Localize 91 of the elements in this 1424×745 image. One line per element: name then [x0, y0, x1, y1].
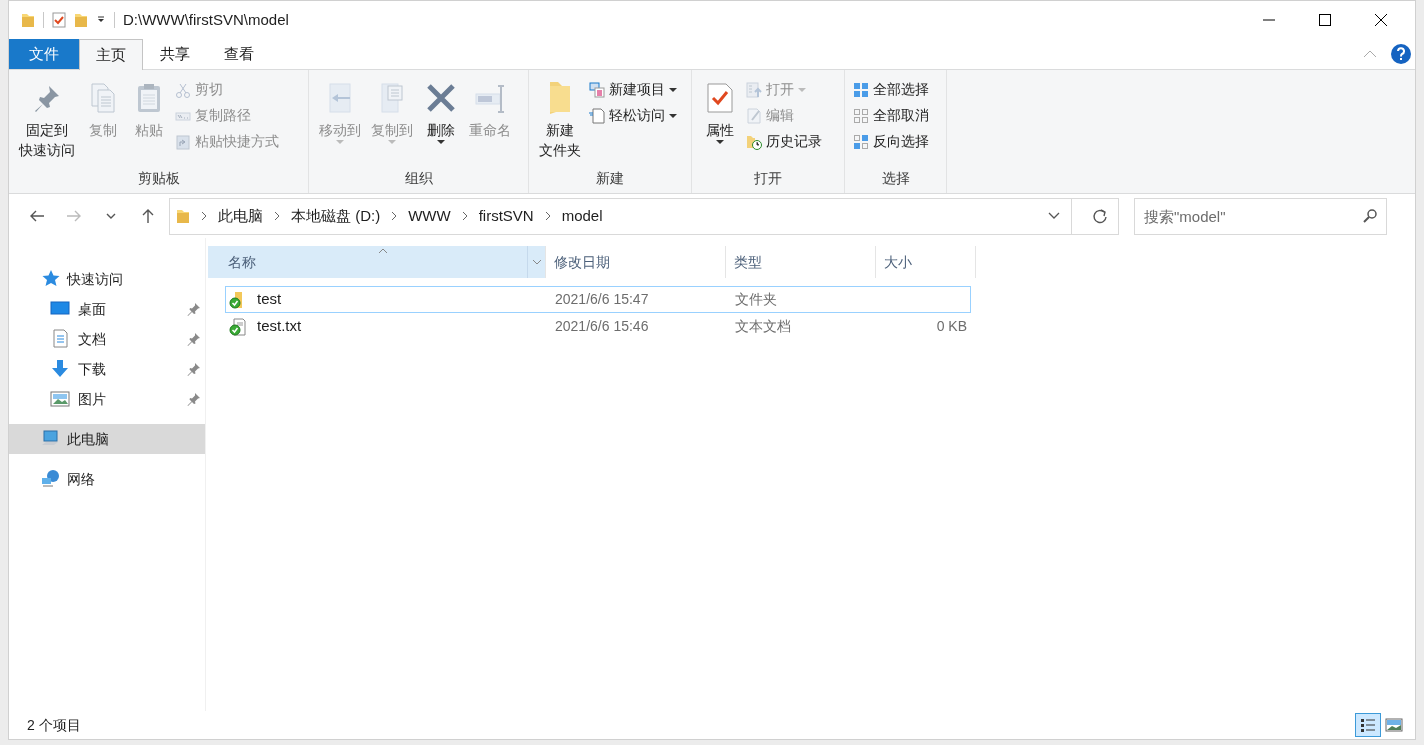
- collapse-ribbon-icon: [1363, 49, 1377, 59]
- file-row[interactable]: test 2021/6/6 15:47 文件夹: [225, 286, 971, 313]
- folder-icon: [21, 12, 35, 28]
- up-icon: [140, 208, 156, 224]
- folder-icon: [74, 12, 88, 28]
- chevron-right-icon: [200, 211, 208, 221]
- breadcrumb-item[interactable]: WWW: [408, 204, 451, 228]
- group-label: 新建: [595, 169, 625, 188]
- maximize-icon: [1319, 14, 1331, 26]
- item-count: 2 个项目: [27, 715, 82, 735]
- details-view-icon: [1360, 717, 1376, 733]
- sidebar-item[interactable]: 网络: [9, 464, 205, 494]
- document-icon: [589, 107, 605, 124]
- chevron-down-icon: [531, 259, 542, 265]
- table-cell-text: 0 KB: [935, 317, 967, 336]
- open-icon: [746, 81, 762, 98]
- window-title: D:\WWW\firstSVN\model: [123, 9, 289, 30]
- folder-icon: [176, 208, 190, 224]
- image-icon: [50, 389, 70, 409]
- download-arrow-icon: [50, 359, 70, 379]
- ribbon-button[interactable]: 全部取消: [853, 104, 929, 127]
- address-bar[interactable]: 此电脑 本地磁盘 (D:) WWW firstSVN model: [169, 197, 1119, 235]
- new-item-icon: [589, 81, 605, 98]
- forward-icon: [66, 208, 82, 224]
- versioned-document-icon: [229, 317, 247, 336]
- sidebar-item[interactable]: 下载: [9, 354, 205, 384]
- large-icons-view-icon: [1385, 718, 1403, 732]
- grid-icon: [853, 81, 869, 98]
- file-name: test: [257, 289, 282, 310]
- scissors-icon: [175, 81, 191, 98]
- ribbon-button[interactable]: 历史记录: [746, 130, 822, 153]
- sidebar-item[interactable]: 桌面: [9, 294, 205, 324]
- file-menu-button[interactable]: 文件: [9, 39, 79, 69]
- search-field[interactable]: 搜索"model": [1134, 197, 1387, 235]
- refresh-icon: [1092, 208, 1108, 224]
- checkmark-document-icon: [52, 12, 66, 28]
- sidebar-item[interactable]: 快速访问: [9, 264, 205, 294]
- column-header[interactable]: 类型: [726, 246, 876, 278]
- document-icon: [50, 329, 70, 349]
- close-icon: [1375, 14, 1387, 26]
- sidebar-item[interactable]: 此电脑: [9, 424, 205, 454]
- view-button[interactable]: [1355, 713, 1381, 737]
- breadcrumb-item[interactable]: 本地磁盘 (D:): [291, 204, 381, 228]
- file-name: test.txt: [257, 316, 302, 337]
- minimize-icon: [1263, 19, 1275, 21]
- group-label: 选择: [880, 169, 911, 188]
- chevron-right-icon: [273, 211, 281, 221]
- sidebar-item[interactable]: 文档: [9, 324, 205, 354]
- breadcrumb-item[interactable]: model: [561, 204, 603, 228]
- search-icon: [1363, 208, 1377, 223]
- ribbon-button[interactable]: 轻松访问: [589, 104, 677, 127]
- back-icon: [29, 208, 45, 224]
- breadcrumb-item[interactable]: 此电脑: [218, 204, 263, 228]
- rename-icon: [474, 82, 506, 114]
- ribbon-button[interactable]: 固定到 快速访问: [15, 76, 79, 160]
- history-icon: [746, 133, 762, 150]
- ribbon-button[interactable]: 新建项目: [589, 78, 677, 101]
- group-label: 剪贴板: [136, 169, 181, 188]
- chevron-right-icon: [460, 211, 469, 221]
- shortcut-icon: [175, 133, 191, 150]
- network-icon: [41, 469, 61, 489]
- chevron-right-icon: [543, 211, 552, 221]
- file-row[interactable]: test.txt 2021/6/6 15:46 文本文档 0 KB: [225, 313, 971, 340]
- table-cell-text: 2021/6/6 15:47: [554, 290, 650, 309]
- sidebar-item[interactable]: 图片: [9, 384, 205, 414]
- table-cell-text: 文件夹: [734, 290, 778, 309]
- column-header[interactable]: 名称: [208, 246, 546, 278]
- properties-icon: [704, 82, 736, 114]
- ribbon-button[interactable]: 属性: [698, 76, 742, 144]
- chevron-right-icon: [390, 211, 399, 221]
- column-header[interactable]: 大小: [876, 246, 976, 278]
- column-header[interactable]: 修改日期: [546, 246, 726, 278]
- group-label: 打开: [753, 169, 783, 188]
- ribbon-button[interactable]: 反向选择: [853, 130, 929, 153]
- help-icon: [1396, 47, 1406, 61]
- ribbon-tab[interactable]: 主页: [79, 39, 143, 70]
- breadcrumb-item[interactable]: firstSVN: [478, 204, 534, 228]
- edit-icon: [746, 107, 762, 124]
- ribbon-button[interactable]: 删除: [419, 76, 463, 144]
- help-button[interactable]: [1391, 44, 1411, 64]
- empty-grid-icon: [853, 107, 869, 124]
- ribbon-button[interactable]: 新建 文件夹: [535, 76, 585, 160]
- ribbon-button[interactable]: 全部选择: [853, 78, 929, 101]
- chevron-down-icon: [1047, 212, 1060, 220]
- group-label: 组织: [403, 169, 434, 188]
- folder-icon: [550, 82, 570, 114]
- table-cell-text: 文本文档: [734, 317, 792, 336]
- table-cell-text: 2021/6/6 15:46: [554, 317, 650, 336]
- caret-icon: [96, 15, 106, 25]
- invert-grid-icon: [853, 133, 869, 150]
- delete-icon: [425, 82, 457, 114]
